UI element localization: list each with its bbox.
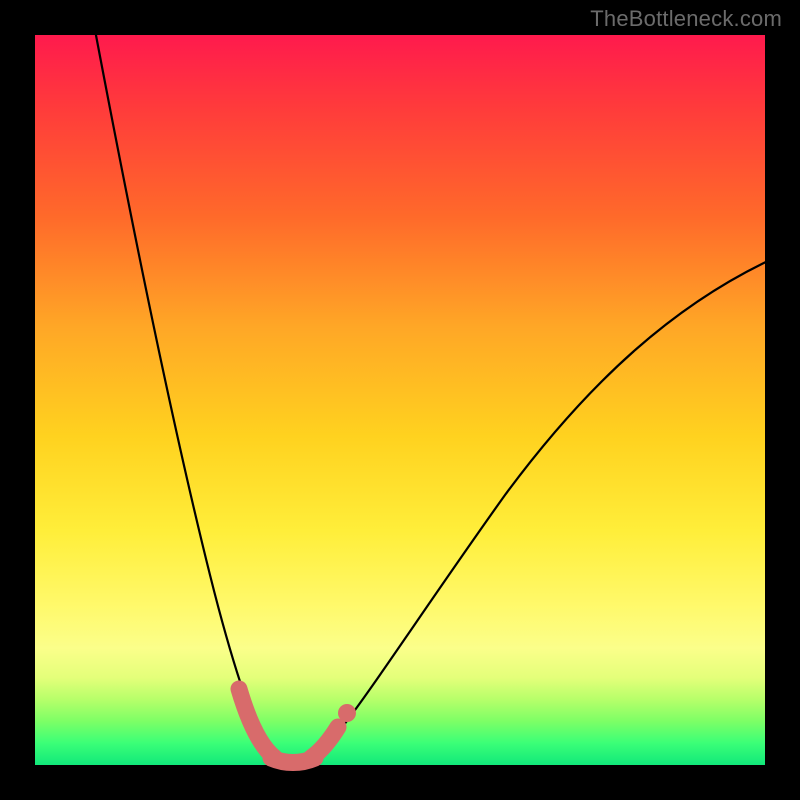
curve-layer (35, 35, 765, 765)
watermark-text: TheBottleneck.com (590, 6, 782, 32)
outer-frame: TheBottleneck.com (0, 0, 800, 800)
bottleneck-curve-right (307, 260, 770, 760)
highlight-left-marker (239, 689, 275, 758)
plot-area (35, 35, 765, 765)
highlight-dot-right (338, 704, 356, 722)
highlight-right-marker (311, 727, 338, 758)
bottleneck-curve-left (95, 30, 278, 760)
